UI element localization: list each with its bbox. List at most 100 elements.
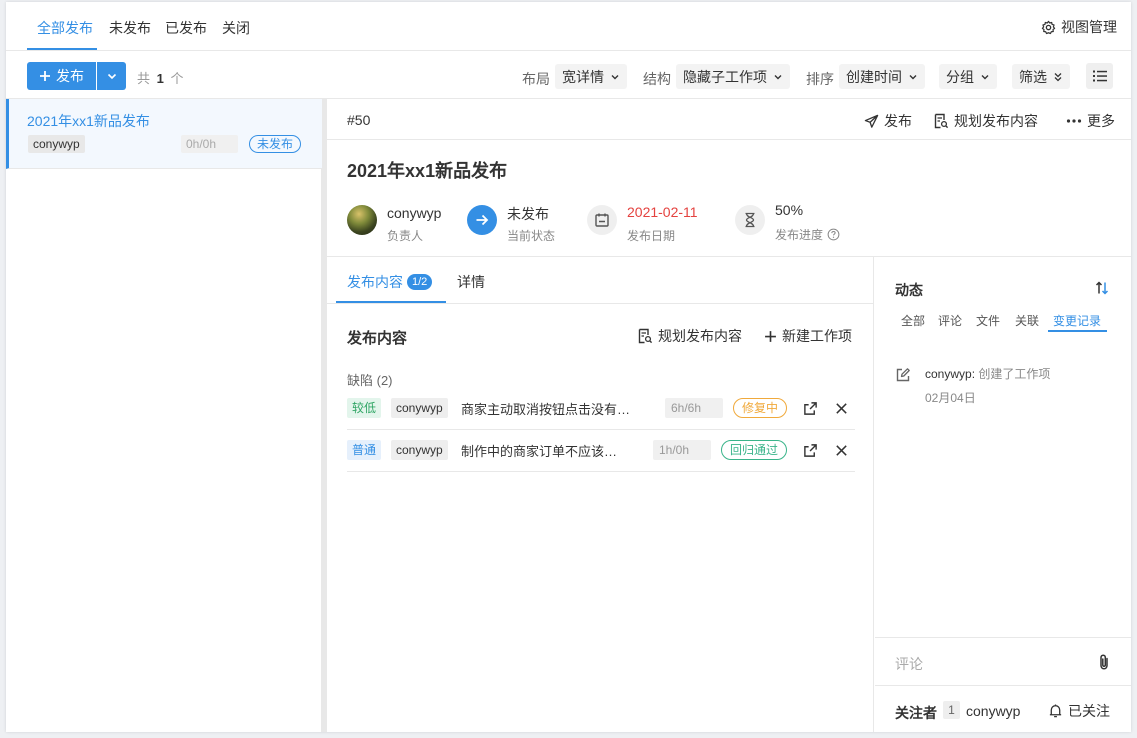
release-item-owner: conywyp: [28, 135, 85, 153]
open-external-icon[interactable]: [803, 401, 818, 416]
list-view-button[interactable]: [1086, 63, 1113, 89]
owner-label: 负责人: [387, 229, 424, 243]
plan-release-content-label: 规划发布内容: [954, 113, 1038, 129]
activity-tab-underline: [1048, 330, 1107, 332]
edit-icon: [895, 367, 911, 383]
progress-value: 50%: [775, 202, 804, 218]
layout-select[interactable]: 宽详情: [555, 64, 627, 89]
progress-label: 发布进度: [775, 228, 824, 242]
send-icon: [864, 114, 879, 129]
activity-tab-all[interactable]: 全部: [901, 312, 925, 329]
activity-tab-links[interactable]: 关联: [1015, 312, 1039, 329]
owner-name[interactable]: conywyp: [387, 205, 441, 221]
release-list-item[interactable]: 2021年xx1新品发布 conywyp 0h/0h 未发布: [6, 99, 322, 169]
layout-label: 布局: [522, 71, 550, 87]
row-status-badge[interactable]: 修复中: [733, 398, 788, 418]
paperclip-icon[interactable]: [1096, 653, 1112, 671]
tab-release-content[interactable]: 发布内容 1/2: [347, 272, 433, 292]
structure-value: 隐藏子工作项: [683, 68, 767, 85]
state-value[interactable]: 未发布: [507, 204, 549, 224]
structure-select[interactable]: 隐藏子工作项: [676, 64, 790, 89]
row-hours: 1h/0h: [653, 440, 711, 460]
followed-toggle-button[interactable]: 已关注: [1048, 701, 1110, 721]
plan-release-content-button[interactable]: 规划发布内容: [933, 111, 1038, 131]
priority-badge: 较低: [347, 398, 382, 418]
activity-title: 动态: [895, 282, 923, 298]
chevron-down-icon: [773, 72, 783, 82]
publish-dropdown-button[interactable]: [97, 62, 126, 90]
sort-toggle-icon[interactable]: [1094, 280, 1110, 296]
detail-header: #50 发布 规划发布内容 更多: [327, 99, 1131, 140]
state-label: 当前状态: [507, 229, 556, 243]
release-date-label: 发布日期: [627, 229, 676, 243]
structure-label: 结构: [643, 71, 671, 87]
log-user: conywyp:: [925, 367, 976, 381]
count-value: 1: [156, 71, 164, 86]
change-log-time: 02月04日: [925, 391, 976, 405]
tab-release-content-label: 发布内容: [347, 274, 403, 290]
row-owner: conywyp: [391, 398, 448, 418]
content-count-badge: 1/2: [407, 274, 433, 290]
follower-name: conywyp: [966, 703, 1021, 719]
publish-button[interactable]: 发布: [27, 62, 96, 90]
detail-publish-button[interactable]: 发布: [864, 111, 912, 131]
release-item-status-badge: 未发布: [249, 135, 302, 153]
list-icon: [1092, 69, 1108, 83]
view-manage-button[interactable]: 视图管理: [1041, 17, 1117, 37]
tab-closed[interactable]: 关闭: [222, 18, 250, 38]
avatar: [347, 205, 377, 235]
release-item-title: 2021年xx1新品发布: [27, 113, 150, 129]
filter-button[interactable]: 筛选: [1012, 64, 1070, 89]
content-tab-bar: 发布内容 1/2 详情: [327, 257, 874, 304]
open-external-icon[interactable]: [803, 443, 818, 458]
followed-label: 已关注: [1068, 703, 1110, 719]
content-section-title: 发布内容: [347, 330, 408, 347]
tab-released[interactable]: 已发布: [165, 18, 207, 38]
log-action: 创建了工作项: [978, 367, 1051, 381]
priority-badge: 普通: [347, 440, 382, 460]
defect-group-header: 缺陷 (2): [347, 373, 393, 388]
row-title[interactable]: 商家主动取消按钮点击没有…: [461, 399, 649, 418]
close-icon[interactable]: [834, 443, 849, 458]
comment-input[interactable]: 评论: [875, 637, 1131, 682]
active-tab-underline: [27, 48, 97, 50]
group-label: 分组: [946, 68, 974, 85]
app-window: 全部发布 未发布 已发布 关闭 视图管理 发布 共 1 个 布局 宽详情 结构 …: [6, 2, 1131, 732]
new-work-item-button[interactable]: 新建工作项: [764, 326, 852, 346]
release-date-value[interactable]: 2021-02-11: [627, 204, 698, 220]
activity-tab-files[interactable]: 文件: [976, 312, 1000, 329]
tab-all-releases[interactable]: 全部发布: [37, 18, 93, 38]
group-select[interactable]: 分组: [939, 64, 997, 89]
row-status-badge[interactable]: 回归通过: [721, 440, 788, 460]
gear-icon: [1041, 20, 1056, 35]
plan-document-icon: [933, 113, 949, 129]
tab-unreleased[interactable]: 未发布: [109, 18, 151, 38]
followers-label: 关注者: [895, 705, 937, 721]
state-arrow-icon[interactable]: [467, 205, 497, 235]
sort-select[interactable]: 创建时间: [839, 64, 925, 89]
followers-bar: 关注者 1 conywyp 已关注: [875, 685, 1131, 732]
layout-value: 宽详情: [562, 68, 604, 85]
row-title[interactable]: 制作中的商家订单不应该…: [461, 441, 639, 460]
new-work-item-label: 新建工作项: [782, 328, 852, 344]
chevron-down-icon: [908, 72, 918, 82]
close-icon[interactable]: [834, 401, 849, 416]
table-row[interactable]: 较低 conywyp 商家主动取消按钮点击没有… 6h/6h 修复中: [347, 388, 855, 430]
release-item-hours: 0h/0h: [181, 135, 238, 153]
followers-count[interactable]: 1: [943, 701, 960, 719]
help-circle-icon[interactable]: [827, 228, 840, 241]
calendar-icon[interactable]: [587, 205, 617, 235]
more-button[interactable]: 更多: [1066, 111, 1115, 131]
plan-content-button[interactable]: 规划发布内容: [637, 326, 742, 346]
release-id: #50: [347, 112, 371, 128]
publish-button-label: 发布: [56, 68, 84, 84]
change-log-text: conywyp: 创建了工作项: [925, 365, 1050, 382]
table-row[interactable]: 普通 conywyp 制作中的商家订单不应该… 1h/0h 回归通过: [347, 430, 855, 472]
activity-tab-comments[interactable]: 评论: [938, 312, 962, 329]
progress-label-wrap: 发布进度: [775, 226, 840, 243]
chevron-down-icon: [980, 72, 990, 82]
tab-details[interactable]: 详情: [457, 272, 485, 292]
plan-document-icon: [637, 328, 653, 344]
activity-tab-change-log[interactable]: 变更记录: [1053, 312, 1101, 329]
content-tab-underline: [336, 301, 446, 303]
